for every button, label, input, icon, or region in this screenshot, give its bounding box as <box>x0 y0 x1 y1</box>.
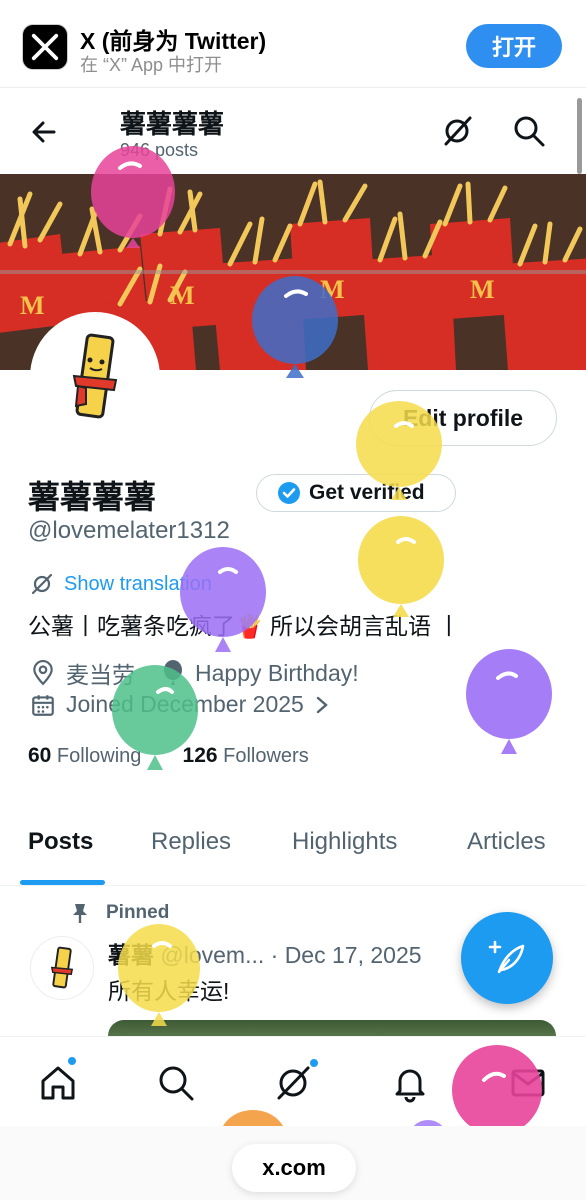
x-app-icon[interactable] <box>22 24 68 70</box>
following-label: Following <box>56 745 142 767</box>
bell-icon[interactable] <box>390 1063 430 1103</box>
balloon-icon <box>164 660 182 685</box>
tab-articles[interactable]: Articles <box>467 828 546 856</box>
search-icon[interactable] <box>156 1063 196 1103</box>
compose-button[interactable] <box>461 912 553 1004</box>
post-meta: @lovem... · Dec 17, 2025 <box>160 942 422 968</box>
followers-count: 126 <box>182 744 218 767</box>
balloon-purple-1 <box>180 547 266 652</box>
translate-icon <box>31 573 53 595</box>
profile-birthday: Happy Birthday! <box>195 659 359 686</box>
show-translation-label: Show translation <box>64 572 212 595</box>
app-banner-subtitle: 在 “X” App 中打开 <box>80 55 223 75</box>
show-translation-link[interactable]: Show translation <box>30 572 212 596</box>
header-post-count: 946 posts <box>120 140 199 160</box>
profile-joined-date: Joined December 2025 <box>66 691 304 717</box>
profile-header-bar: 薯薯薯薯 946 posts <box>0 90 586 174</box>
grok-notification-dot <box>308 1057 320 1069</box>
profile-location: 麦当劳 <box>66 662 135 688</box>
follow-stats: 60 Following 126 Followers <box>28 744 309 768</box>
home-notification-dot <box>66 1055 78 1067</box>
tab-highlights[interactable]: Highlights <box>292 828 397 856</box>
location-pin-icon <box>33 660 53 686</box>
balloon-purple-2 <box>466 649 552 754</box>
active-tab-indicator <box>20 880 105 885</box>
svg-text:M: M <box>320 275 345 304</box>
open-app-button[interactable]: 打开 <box>466 24 562 68</box>
get-verified-label: Get verified <box>309 481 425 504</box>
url-bar[interactable]: x.com <box>232 1144 356 1192</box>
profile-bio: 公薯丨吃薯条吃疯了🍟 所以会胡言乱语 丨 <box>28 613 461 639</box>
svg-text:M: M <box>170 281 195 310</box>
get-verified-button[interactable]: Get verified <box>256 474 456 512</box>
search-icon[interactable] <box>512 114 546 148</box>
profile-joined-row[interactable]: Joined December 2025 <box>30 691 342 718</box>
tab-posts[interactable]: Posts <box>28 828 93 856</box>
profile-tabs: Posts Replies Highlights Articles <box>0 806 586 886</box>
arrow-left-icon[interactable] <box>28 116 60 148</box>
browser-toolbar: x.com <box>0 1126 586 1200</box>
compose-icon <box>488 940 525 974</box>
pin-icon <box>73 904 87 923</box>
following-count: 60 <box>28 744 52 767</box>
profile-display-name: 薯薯薯薯 <box>28 479 157 515</box>
profile-handle: @lovemelater1312 <box>28 517 230 544</box>
bottom-navigation <box>0 1036 586 1126</box>
tab-replies[interactable]: Replies <box>151 828 231 856</box>
svg-text:M: M <box>470 275 495 304</box>
scrollbar[interactable] <box>577 98 582 174</box>
mail-icon[interactable] <box>508 1063 548 1103</box>
profile-avatar[interactable] <box>30 312 160 442</box>
post-text: 所有人幸运! <box>108 978 230 1004</box>
calendar-icon <box>32 694 54 716</box>
post-header: 薯薯 @lovem... · Dec 17, 2025 <box>108 936 422 970</box>
grok-icon[interactable] <box>273 1063 313 1103</box>
profile-meta-row: 麦当劳 Happy Birthday! <box>30 656 359 690</box>
pinned-indicator: Pinned <box>70 902 169 924</box>
post-author-name[interactable]: 薯薯 <box>108 942 154 968</box>
followers-link[interactable]: 126 Followers <box>182 744 309 767</box>
following-link[interactable]: 60 Following <box>28 744 142 767</box>
home-icon[interactable] <box>38 1063 78 1103</box>
app-open-banner: X (前身为 Twitter) 在 “X” App 中打开 打开 <box>0 0 586 88</box>
svg-text:M: M <box>20 291 45 320</box>
pinned-label: Pinned <box>106 902 170 923</box>
followers-label: Followers <box>223 745 309 767</box>
grok-icon[interactable] <box>440 114 474 148</box>
chevron-right-icon <box>316 696 328 713</box>
header-profile-name: 薯薯薯薯 <box>120 109 225 139</box>
verified-badge-icon <box>278 482 300 504</box>
edit-profile-button[interactable]: Edit profile <box>369 390 557 446</box>
post-author-avatar[interactable] <box>30 936 94 1000</box>
